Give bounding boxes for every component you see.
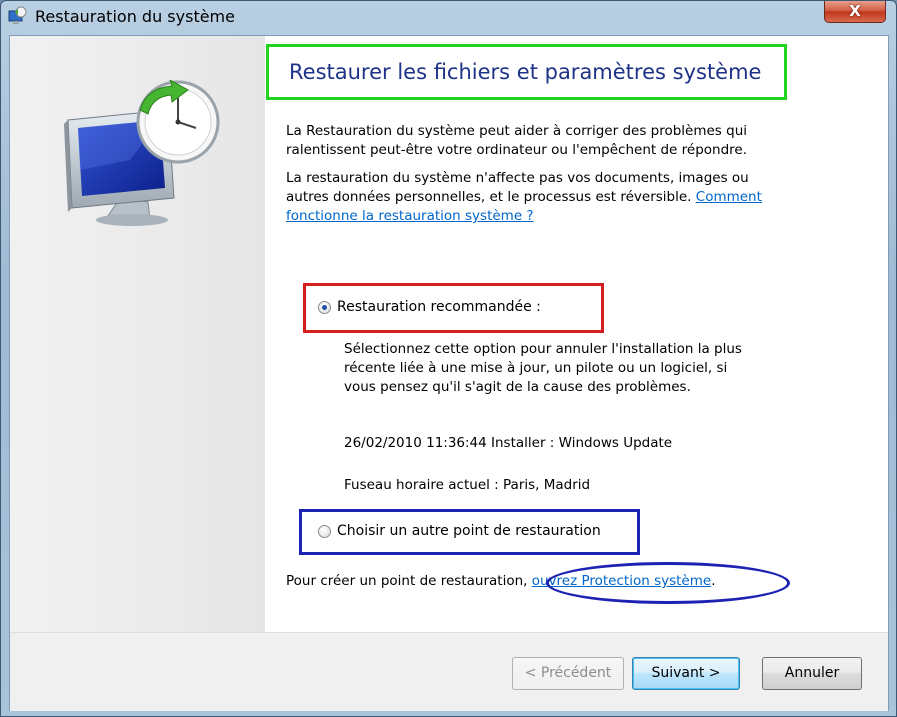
recommended-restore-radio-row[interactable]: Restauration recommandée : — [318, 299, 541, 315]
title-bar[interactable]: Restauration du système X — [1, 1, 896, 35]
info-text: La restauration du système n'affecte pas… — [286, 169, 826, 226]
monitor-clock-illustration — [64, 80, 220, 226]
link-highlight-ellipse — [546, 562, 790, 604]
choose-other-point-radio[interactable] — [318, 524, 331, 538]
recommended-desc-line-2: récente liée à une mise à jour, un pilot… — [344, 360, 728, 376]
intro-line-2: ralentissent peut-être votre ordinateur … — [286, 142, 748, 158]
next-button[interactable]: Suivant > — [632, 657, 740, 690]
intro-text: La Restauration du système peut aider à … — [286, 122, 826, 160]
system-restore-window: Restauration du système X Restaurer les … — [0, 0, 897, 717]
recommended-desc-line-1: Sélectionnez cette option pour annuler l… — [344, 341, 742, 357]
page-title: Restaurer les fichiers et paramètres sys… — [289, 60, 762, 84]
intro-line-1: La Restauration du système peut aider à … — [286, 123, 748, 139]
how-restore-works-link-cont[interactable]: fonctionne la restauration système ? — [286, 208, 534, 224]
timezone-info: Fuseau horaire actuel : Paris, Madrid — [344, 477, 591, 493]
heading-highlight: Restaurer les fichiers et paramètres sys… — [266, 44, 787, 100]
left-panel — [10, 36, 265, 632]
system-restore-icon — [8, 6, 27, 24]
recommended-restore-label[interactable]: Restauration recommandée : — [337, 299, 541, 315]
recommended-desc-line-3: vous pensez qu'il s'agit de la cause des… — [344, 379, 691, 395]
previous-button[interactable]: < Précédent — [512, 657, 624, 690]
choose-other-point-radio-row[interactable]: Choisir un autre point de restauration — [318, 523, 601, 539]
close-icon: X — [849, 2, 861, 20]
restore-point-info: 26/02/2010 11:36:44 Installer : Windows … — [344, 435, 673, 451]
button-bar: < Précédent Suivant > Annuler — [10, 632, 888, 711]
window-title: Restauration du système — [35, 7, 235, 26]
how-restore-works-link[interactable]: Comment — [696, 189, 762, 205]
info-line-2: autres données personnelles, et le proce… — [286, 189, 692, 205]
close-button[interactable]: X — [824, 1, 886, 23]
create-point-prefix: Pour créer un point de restauration, — [286, 573, 528, 589]
dialog-content: Restaurer les fichiers et paramètres sys… — [9, 35, 889, 711]
cancel-button[interactable]: Annuler — [762, 657, 862, 690]
choose-other-point-label[interactable]: Choisir un autre point de restauration — [337, 523, 601, 539]
recommended-description: Sélectionnez cette option pour annuler l… — [344, 340, 804, 397]
recommended-restore-radio[interactable] — [318, 300, 331, 314]
info-line-1: La restauration du système n'affecte pas… — [286, 170, 749, 186]
